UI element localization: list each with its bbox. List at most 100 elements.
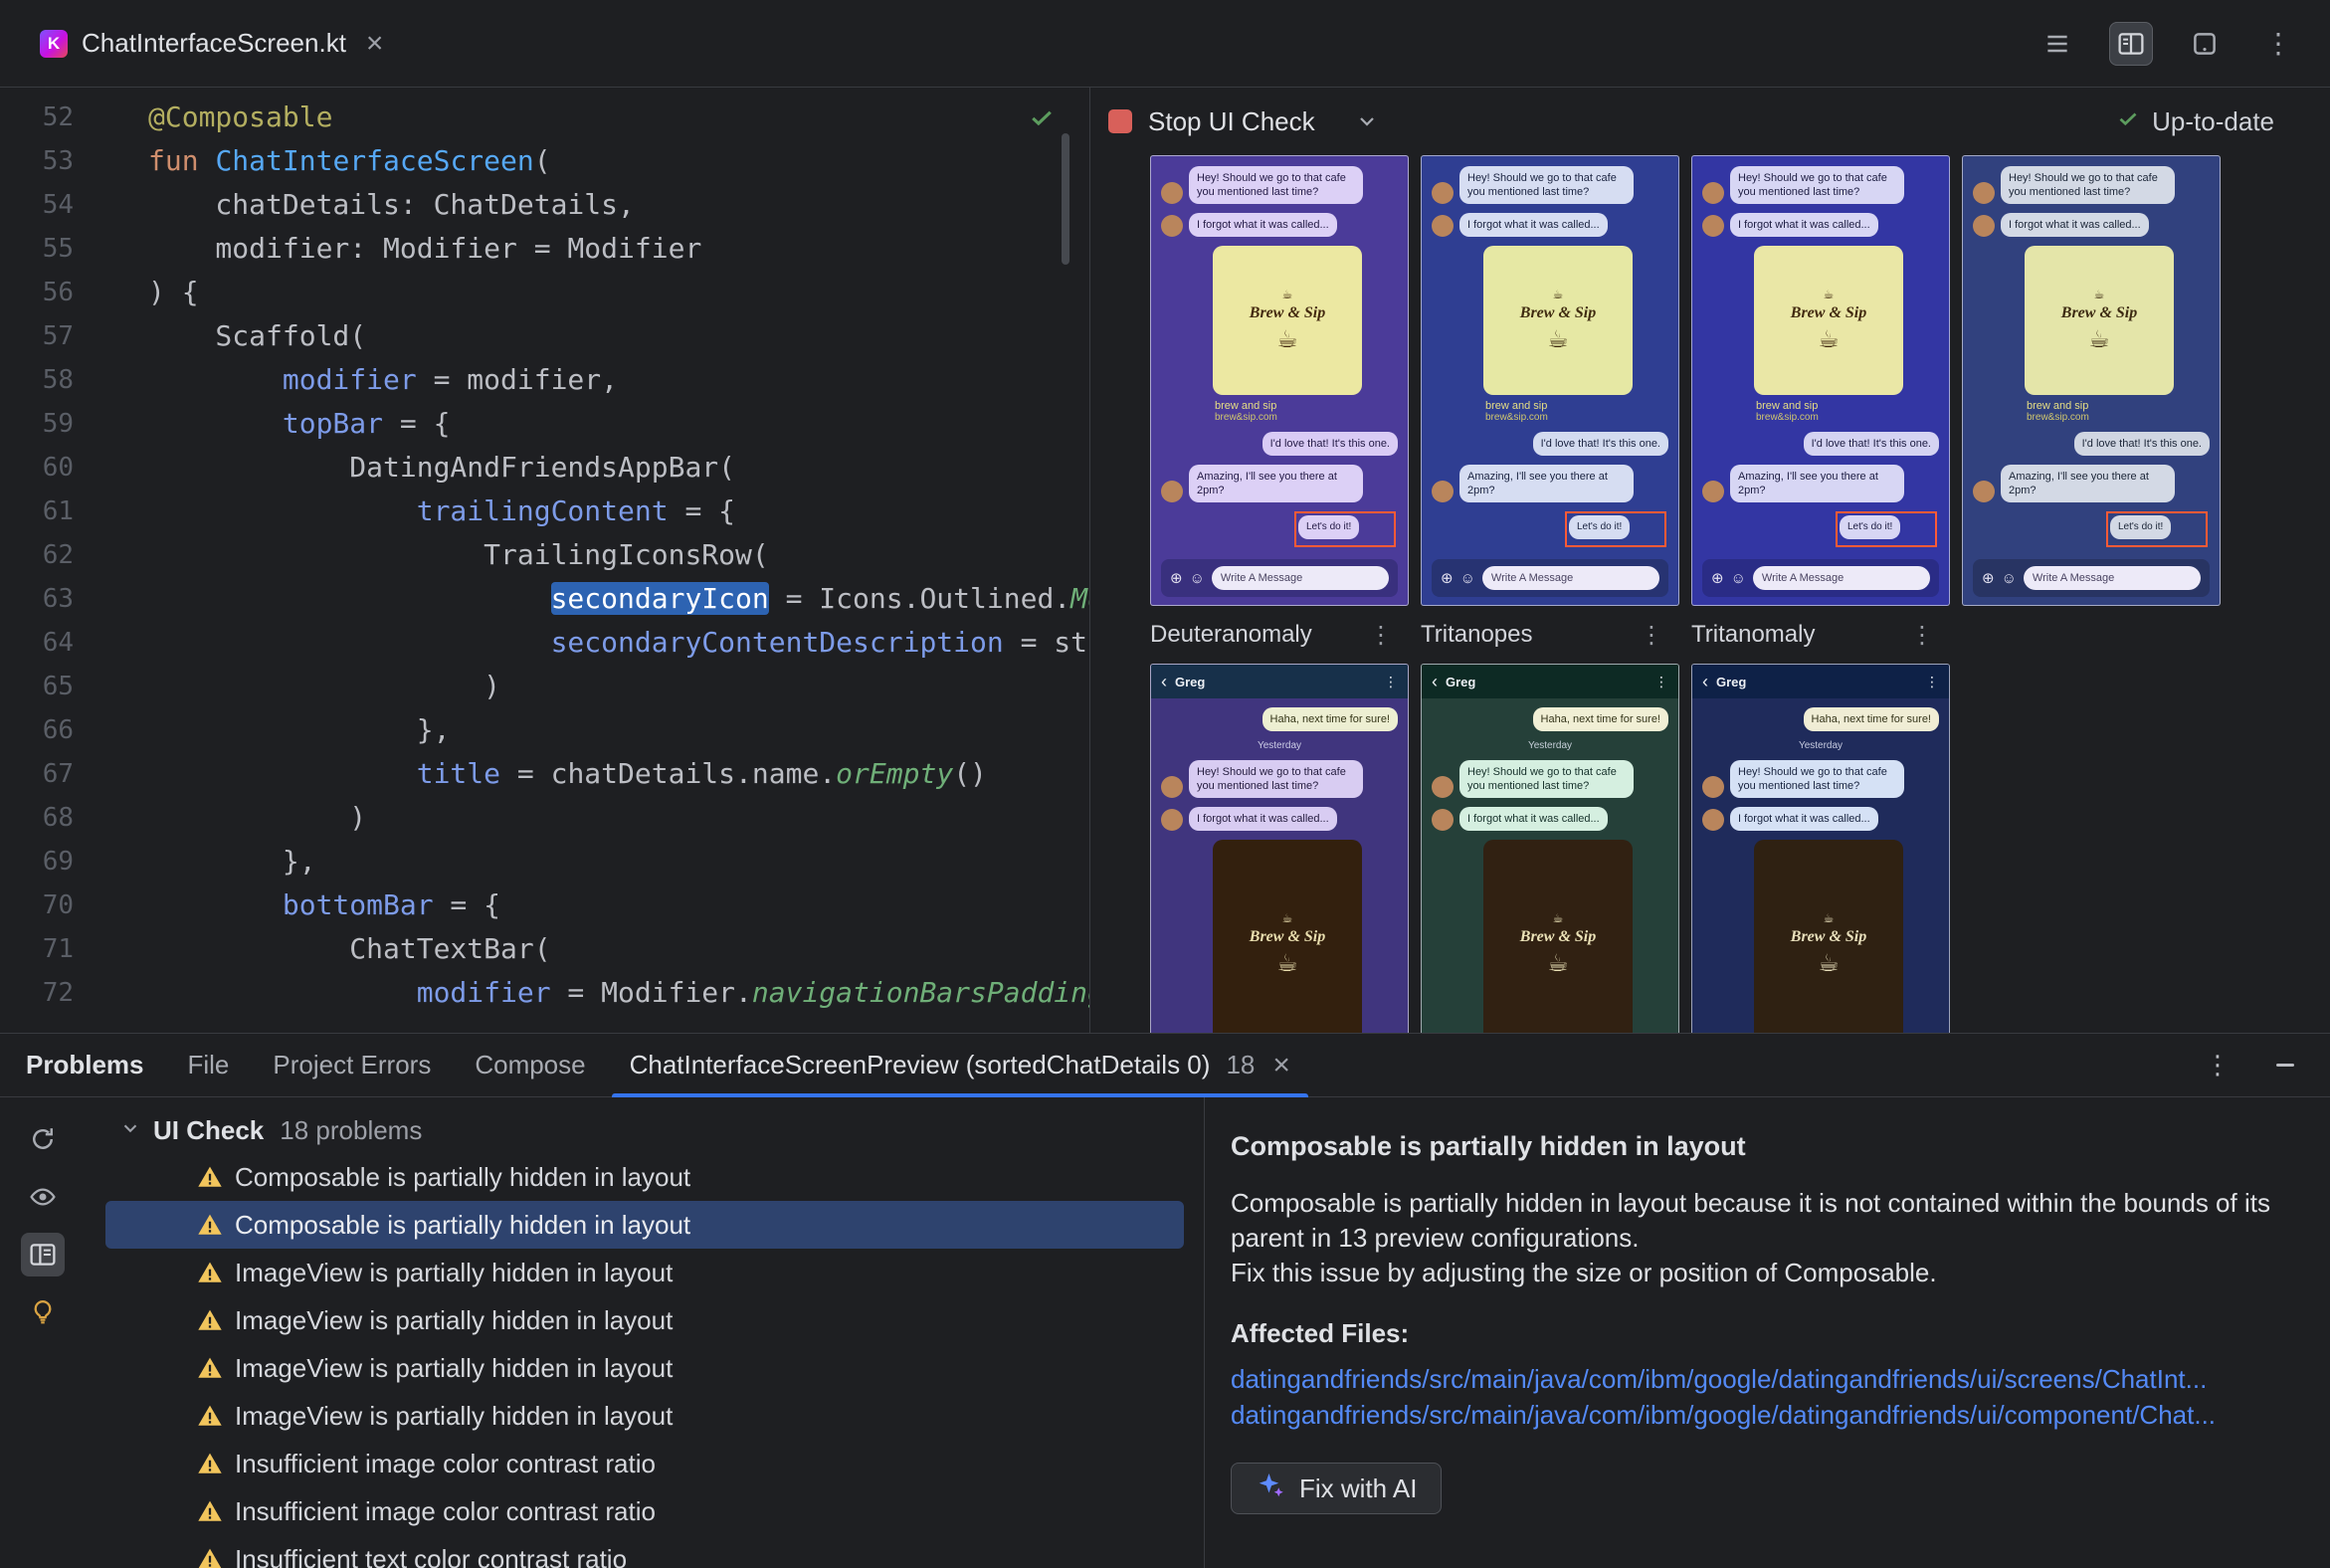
- menu-icon[interactable]: ⋮: [1925, 674, 1939, 690]
- code-line[interactable]: fun ChatInterfaceScreen(: [148, 139, 1089, 183]
- editor-scrollbar[interactable]: [1062, 133, 1069, 265]
- editor-tab[interactable]: K ChatInterfaceScreen.kt ×: [30, 0, 393, 87]
- panel-tab-file[interactable]: File: [166, 1034, 252, 1096]
- problems-group-row[interactable]: UI Check 18 problems: [86, 1107, 1204, 1153]
- panel-tab-chatinterfacescreenpreview-sortedchatdetails-0[interactable]: ChatInterfaceScreenPreview (sortedChatDe…: [608, 1034, 1312, 1097]
- code-line[interactable]: TrailingIconsRow(: [148, 533, 1089, 577]
- line-number[interactable]: 70: [0, 883, 109, 927]
- code-line[interactable]: modifier = Modifier.navigationBarsPaddin…: [148, 971, 1089, 1015]
- back-icon[interactable]: ‹: [1702, 672, 1708, 692]
- panel-tab-compose[interactable]: Compose: [453, 1034, 607, 1096]
- close-icon[interactable]: ×: [1272, 1050, 1290, 1080]
- line-number[interactable]: 62: [0, 533, 109, 577]
- inspection-check-icon[interactable]: [1028, 103, 1056, 135]
- line-number[interactable]: 54: [0, 183, 109, 227]
- code-line[interactable]: },: [148, 708, 1089, 752]
- line-number[interactable]: 63: [0, 577, 109, 621]
- details-panel-icon[interactable]: [21, 1233, 65, 1276]
- line-number[interactable]: 55: [0, 227, 109, 271]
- back-icon[interactable]: ‹: [1432, 672, 1438, 692]
- code-editor[interactable]: 52 53 54 55 56 57 58 59 60 61 62 63 64 65 66 67 68 69 70 71…: [0, 88, 1090, 1033]
- line-number[interactable]: 58: [0, 358, 109, 402]
- code-line[interactable]: topBar = {: [148, 402, 1089, 446]
- problem-item[interactable]: Insufficient image color contrast ratio: [105, 1440, 1184, 1487]
- lightbulb-icon[interactable]: [21, 1290, 65, 1334]
- line-number[interactable]: 60: [0, 446, 109, 490]
- code-line[interactable]: @Composable: [148, 96, 1089, 139]
- preview-menu-icon[interactable]: ⋮: [1640, 621, 1663, 650]
- refresh-icon[interactable]: [21, 1117, 65, 1161]
- code-line[interactable]: trailingContent = {: [148, 490, 1089, 533]
- more-options-icon[interactable]: ⋮: [2256, 22, 2300, 66]
- hide-panel-icon[interactable]: [2276, 1064, 2294, 1067]
- code-line[interactable]: ChatTextBar(: [148, 927, 1089, 971]
- code-line[interactable]: Scaffold(: [148, 314, 1089, 358]
- eye-icon[interactable]: [21, 1175, 65, 1219]
- line-number[interactable]: 71: [0, 927, 109, 971]
- line-number[interactable]: 52: [0, 96, 109, 139]
- code-line[interactable]: secondaryContentDescription = strin: [148, 621, 1089, 665]
- code-line[interactable]: chatDetails: ChatDetails,: [148, 183, 1089, 227]
- fix-with-ai-button[interactable]: Fix with AI: [1231, 1463, 1443, 1514]
- menu-icon[interactable]: ⋮: [1654, 674, 1668, 690]
- close-icon[interactable]: ×: [366, 28, 384, 59]
- problem-item[interactable]: Insufficient text color contrast ratio: [105, 1535, 1184, 1568]
- message-input: Write A Message: [1752, 566, 1930, 590]
- chat-preview[interactable]: Hey! Should we go to that cafe you menti…: [1691, 155, 1950, 606]
- line-number[interactable]: 59: [0, 402, 109, 446]
- chat-preview[interactable]: ‹ Greg ⋮ Haha, next time for sure! Yesterday…: [1150, 664, 1409, 1033]
- line-number[interactable]: 56: [0, 271, 109, 314]
- device-frame-icon[interactable]: [2183, 22, 2227, 66]
- line-number[interactable]: 72: [0, 971, 109, 1015]
- line-number[interactable]: 66: [0, 708, 109, 752]
- affected-file-link[interactable]: datingandfriends/src/main/java/com/ibm/g…: [1231, 1361, 2290, 1397]
- preview-menu-icon[interactable]: ⋮: [1369, 621, 1393, 650]
- code-line[interactable]: ): [148, 665, 1089, 708]
- line-number[interactable]: 67: [0, 752, 109, 796]
- problem-item[interactable]: Insufficient image color contrast ratio: [105, 1487, 1184, 1535]
- line-number[interactable]: 53: [0, 139, 109, 183]
- panel-tab-problems[interactable]: Problems: [26, 1034, 166, 1096]
- line-number[interactable]: 69: [0, 840, 109, 883]
- code-line[interactable]: modifier: Modifier = Modifier: [148, 227, 1089, 271]
- problem-item[interactable]: Composable is partially hidden in layout: [105, 1153, 1184, 1201]
- preview-menu-icon[interactable]: ⋮: [1910, 621, 1934, 650]
- affected-file-link[interactable]: datingandfriends/src/main/java/com/ibm/g…: [1231, 1397, 2290, 1433]
- problem-item[interactable]: ImageView is partially hidden in layout: [105, 1344, 1184, 1392]
- code-line[interactable]: },: [148, 840, 1089, 883]
- code-line[interactable]: DatingAndFriendsAppBar(: [148, 446, 1089, 490]
- problem-item[interactable]: ImageView is partially hidden in layout: [105, 1392, 1184, 1440]
- line-number[interactable]: 64: [0, 621, 109, 665]
- message-row: I'd love that! It's this one.: [1161, 432, 1398, 456]
- chat-preview[interactable]: Hey! Should we go to that cafe you menti…: [1962, 155, 2221, 606]
- code-line[interactable]: ) {: [148, 271, 1089, 314]
- problem-text: Composable is partially hidden in layout: [235, 1161, 691, 1192]
- back-icon[interactable]: ‹: [1161, 672, 1167, 692]
- chevron-down-icon[interactable]: [1355, 109, 1379, 133]
- code-token: topBar: [282, 407, 384, 440]
- line-number[interactable]: 65: [0, 665, 109, 708]
- line-number[interactable]: 57: [0, 314, 109, 358]
- line-number[interactable]: 68: [0, 796, 109, 840]
- split-preview-icon[interactable]: [2109, 21, 2153, 66]
- code-token: orEmpty: [836, 757, 954, 790]
- panel-tab-project-errors[interactable]: Project Errors: [251, 1034, 453, 1096]
- line-number[interactable]: 61: [0, 490, 109, 533]
- chat-preview[interactable]: Hey! Should we go to that cafe you menti…: [1150, 155, 1409, 606]
- code-line[interactable]: secondaryIcon = Icons.Outlined.More: [148, 577, 1089, 621]
- code-line[interactable]: title = chatDetails.name.orEmpty(): [148, 752, 1089, 796]
- chat-preview[interactable]: Hey! Should we go to that cafe you menti…: [1421, 155, 1679, 606]
- code-line[interactable]: modifier = modifier,: [148, 358, 1089, 402]
- problem-item[interactable]: ImageView is partially hidden in layout: [105, 1296, 1184, 1344]
- chat-preview[interactable]: ‹ Greg ⋮ Haha, next time for sure! Yesterday…: [1691, 664, 1950, 1033]
- stop-ui-check-button[interactable]: Stop UI Check: [1108, 106, 1315, 137]
- more-options-icon[interactable]: ⋮: [2205, 1050, 2231, 1080]
- problem-item[interactable]: ImageView is partially hidden in layout: [105, 1249, 1184, 1296]
- list-icon[interactable]: [2036, 22, 2079, 66]
- chevron-down-icon[interactable]: [119, 1115, 141, 1146]
- chat-preview[interactable]: ‹ Greg ⋮ Haha, next time for sure! Yesterday…: [1421, 664, 1679, 1033]
- problem-item[interactable]: Composable is partially hidden in layout: [105, 1201, 1184, 1249]
- code-line[interactable]: bottomBar = {: [148, 883, 1089, 927]
- code-line[interactable]: ): [148, 796, 1089, 840]
- menu-icon[interactable]: ⋮: [1384, 674, 1398, 690]
